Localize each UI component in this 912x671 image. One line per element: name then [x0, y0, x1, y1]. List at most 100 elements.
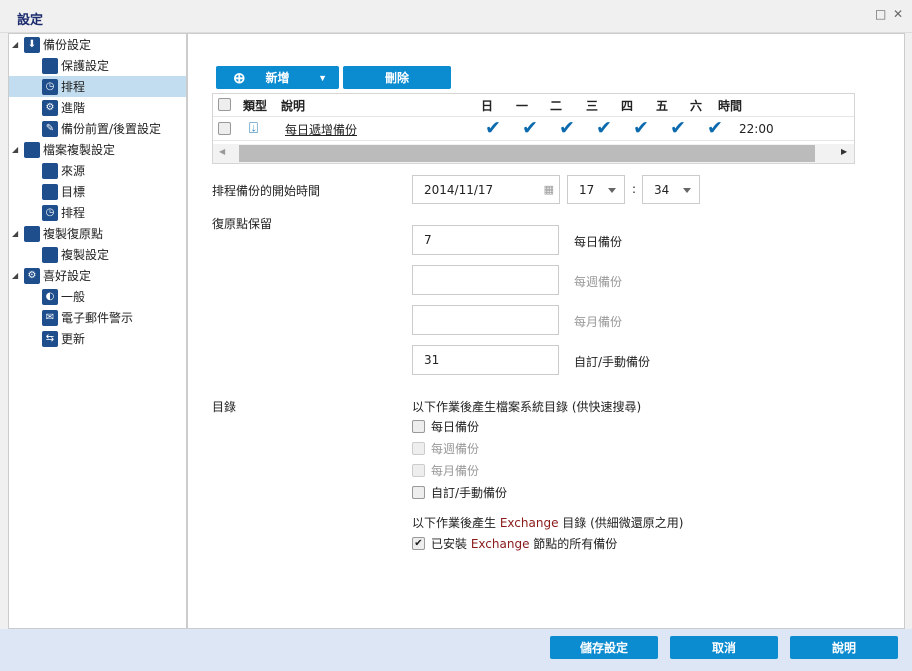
tree-group-preferences[interactable]: ◢ ⚙ 喜好設定	[9, 265, 186, 286]
close-icon[interactable]: ✕	[893, 7, 903, 21]
tree-label: 備份前置/後置設定	[61, 122, 162, 136]
scrollbar-thumb[interactable]	[239, 145, 815, 162]
chevron-down-icon	[683, 188, 691, 193]
tree-group-copy-recovery[interactable]: ◢ 複製復原點	[9, 223, 186, 244]
checkbox-label: 每月備份	[431, 464, 480, 478]
tree-label: 電子郵件警示	[61, 311, 134, 325]
save-button[interactable]: 儲存設定	[550, 636, 658, 659]
destination-icon	[42, 57, 58, 74]
tree-item-pre-post[interactable]: ✎ 備份前置/後置設定	[9, 118, 186, 139]
globe-icon: ◐	[42, 288, 58, 305]
wrench-icon: ✎	[42, 120, 58, 137]
fs-catalog-heading: 以下作業後產生檔案系統目錄 (供快速搜尋)	[412, 400, 642, 414]
tree-item-target[interactable]: 目標	[9, 181, 186, 202]
monthly-retention-input[interactable]	[412, 305, 559, 335]
scroll-right-icon[interactable]: ▶	[841, 147, 847, 156]
start-date-input[interactable]: 2014/11/17 ▦	[412, 175, 560, 204]
tree-group-backup[interactable]: ◢ ⬇ 備份設定	[9, 34, 186, 55]
hour-select[interactable]: 17	[567, 175, 625, 204]
cancel-button[interactable]: 取消	[670, 636, 778, 659]
clock-icon: ◷	[42, 78, 58, 95]
tree-item-updates[interactable]: ⇆ 更新	[9, 328, 186, 349]
clock-icon: ◷	[42, 204, 58, 221]
col-type[interactable]: 類型	[243, 96, 267, 114]
help-button[interactable]: 說明	[790, 636, 898, 659]
tree-group-file-copy[interactable]: ◢ 檔案複製設定	[9, 139, 186, 160]
exchange-all-nodes-checkbox[interactable]: ✔ 已安裝 Exchange 節點的所有備份	[412, 535, 617, 552]
select-all-checkbox[interactable]	[218, 98, 231, 111]
tree-label: 更新	[61, 332, 86, 346]
tree-item-email-alerts[interactable]: ✉ 電子郵件警示	[9, 307, 186, 328]
col-thu: 四	[621, 98, 634, 113]
weekly-label: 每週備份	[574, 275, 623, 289]
tree-label: 一般	[61, 290, 86, 304]
col-wed: 三	[586, 98, 599, 113]
tree-label: 檔案複製設定	[43, 143, 116, 157]
check-icon: ✔	[596, 117, 612, 139]
envelope-icon: ✉	[42, 309, 58, 326]
tree-label: 進階	[61, 101, 86, 115]
catalog-monthly-checkbox[interactable]: 每月備份	[412, 462, 479, 479]
time-colon: :	[632, 182, 637, 196]
horizontal-scrollbar[interactable]: ◀ ▶	[213, 144, 854, 163]
schedule-desc-link[interactable]: 每日遞增備份	[285, 121, 357, 138]
chevron-down-icon[interactable]: ▼	[318, 73, 327, 83]
checkbox-label: 每日備份	[431, 420, 480, 434]
row-checkbox[interactable]	[218, 122, 231, 135]
retention-label: 復原點保留	[212, 217, 273, 231]
footer-bar: 儲存設定 取消 說明	[0, 629, 912, 671]
catalog-label: 目錄	[212, 400, 237, 414]
tree-item-source[interactable]: 來源	[9, 160, 186, 181]
exchange-catalog-heading: 以下作業後產生 Exchange 目錄 (供細微還原之用)	[412, 514, 683, 531]
monthly-label: 每月備份	[574, 315, 623, 329]
catalog-weekly-checkbox[interactable]: 每週備份	[412, 440, 479, 457]
col-desc[interactable]: 說明	[281, 96, 305, 114]
heading-part: 以下作業後產生	[412, 516, 500, 530]
settings-tree: ◢ ⬇ 備份設定 保護設定 ◷ 排程 ⚙ 進階 ✎ 備份前置/後置設定 ◢ 檔案複製設定 來…	[8, 33, 187, 629]
destination-icon	[42, 183, 58, 200]
checkbox-label: 節點的所有備份	[529, 537, 618, 551]
gear-icon: ⚙	[24, 267, 40, 284]
minute-select[interactable]: 34	[642, 175, 700, 204]
gears-icon: ⚙	[42, 99, 58, 116]
custom-label: 自訂/手動備份	[574, 355, 651, 369]
tree-label: 排程	[61, 206, 86, 220]
network-icon	[42, 162, 58, 179]
check-icon: ✔	[559, 117, 575, 139]
tree-label: 目標	[61, 185, 86, 199]
backup-type-icon: ⍗	[249, 119, 259, 137]
add-button[interactable]: ⊕ 新增 ▼	[216, 66, 339, 89]
delete-button[interactable]: 刪除	[343, 66, 451, 89]
table-row[interactable]: ⍗ 每日遞增備份 ✔ ✔ ✔ ✔ ✔ ✔ ✔ 22:00	[213, 116, 854, 141]
tree-item-protection[interactable]: 保護設定	[9, 55, 186, 76]
restore-icon[interactable]: □	[875, 7, 886, 21]
tree-label: 排程	[61, 80, 86, 94]
col-sun: 日	[481, 98, 494, 113]
tree-label: 來源	[61, 164, 86, 178]
scroll-left-icon[interactable]: ◀	[219, 147, 225, 156]
tree-item-copy-schedule[interactable]: ◷ 排程	[9, 202, 186, 223]
checkbox-label: Exchange	[470, 536, 530, 551]
tree-label: 喜好設定	[43, 269, 92, 283]
destination-icon	[42, 246, 58, 263]
tree-item-copy-settings[interactable]: 複製設定	[9, 244, 186, 265]
catalog-custom-checkbox[interactable]: 自訂/手動備份	[412, 484, 507, 501]
tree-item-advanced[interactable]: ⚙ 進階	[9, 97, 186, 118]
tree-item-schedule[interactable]: ◷ 排程	[9, 76, 186, 97]
custom-retention-input[interactable]: 31	[412, 345, 559, 375]
check-icon: ✔	[485, 117, 501, 139]
daily-retention-input[interactable]: 7	[412, 225, 559, 255]
daily-label: 每日備份	[574, 235, 623, 249]
heading-part: Exchange	[499, 516, 559, 530]
window-title: 設定	[17, 13, 44, 28]
checkbox-label: 每週備份	[431, 442, 480, 456]
weekly-retention-input[interactable]	[412, 265, 559, 295]
tree-item-general[interactable]: ◐ 一般	[9, 286, 186, 307]
calendar-icon[interactable]: ▦	[544, 183, 554, 196]
col-mon: 一	[516, 98, 529, 113]
start-time-label: 排程備份的開始時間	[212, 184, 321, 198]
check-icon: ✔	[707, 117, 723, 139]
catalog-daily-checkbox[interactable]: 每日備份	[412, 418, 479, 435]
checkbox-label: 自訂/手動備份	[431, 486, 508, 500]
check-icon: ✔	[522, 117, 538, 139]
